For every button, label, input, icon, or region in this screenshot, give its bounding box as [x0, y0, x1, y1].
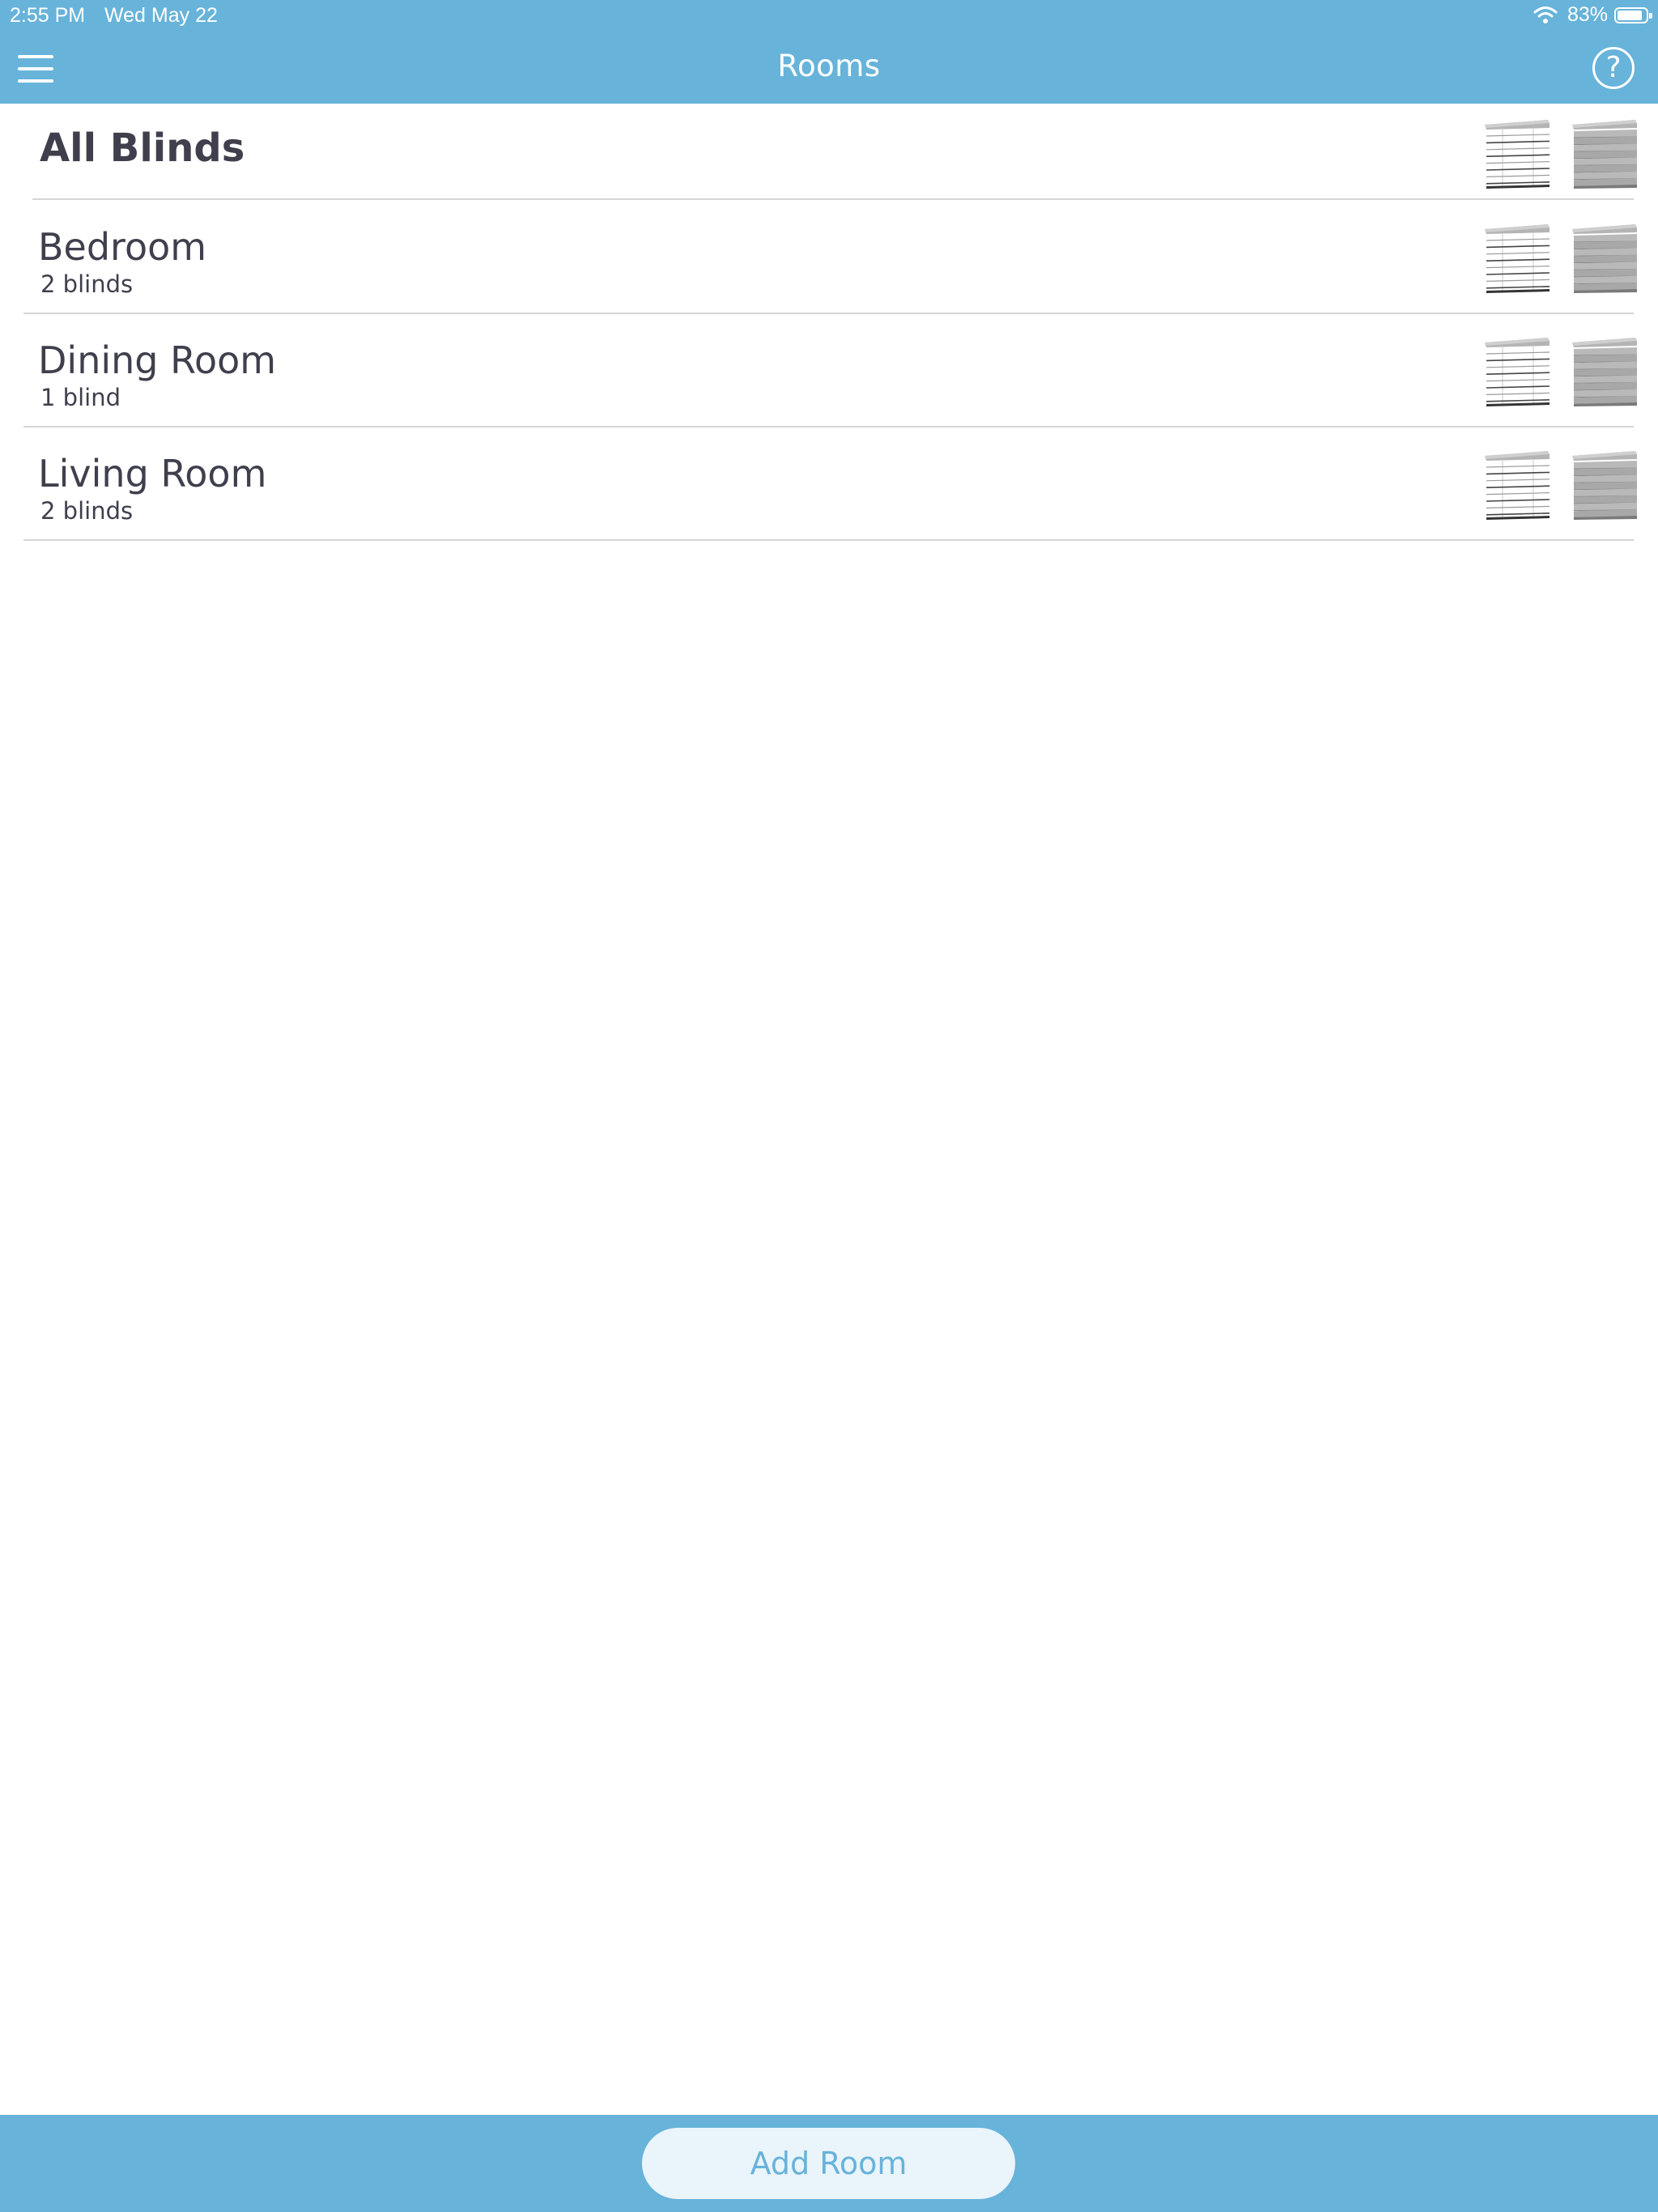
help-icon[interactable]: ?: [1592, 47, 1635, 89]
room-name: All Blinds: [40, 125, 245, 171]
blind-open-icon[interactable]: [1483, 336, 1551, 407]
room-blind-count: 1 blind: [40, 384, 121, 411]
battery-percent: 83%: [1567, 3, 1608, 26]
row-divider: [32, 198, 1634, 200]
bottom-bar: Add Room: [0, 2115, 1658, 2212]
room-blind-count: 2 blinds: [40, 497, 134, 525]
room-name: Living Room: [38, 452, 267, 496]
page-title: Rooms: [777, 49, 881, 83]
row-divider: [23, 539, 1634, 541]
blind-closed-icon[interactable]: [1571, 223, 1639, 294]
blind-open-icon[interactable]: [1483, 449, 1551, 521]
battery-icon: [1614, 6, 1652, 23]
blind-closed-icon[interactable]: [1571, 449, 1639, 521]
status-bar: 2:55 PM Wed May 22 83%: [0, 0, 1658, 32]
add-room-button[interactable]: Add Room: [642, 2128, 1015, 2199]
blind-open-icon[interactable]: [1483, 223, 1551, 294]
room-row-bedroom[interactable]: Bedroom 2 blinds: [0, 201, 1658, 314]
nav-bar: Rooms ?: [0, 32, 1658, 104]
status-time: 2:55 PM: [10, 4, 86, 27]
blind-open-icon[interactable]: [1483, 118, 1551, 189]
room-row-living-room[interactable]: Living Room 2 blinds: [0, 428, 1658, 541]
blind-closed-icon[interactable]: [1571, 336, 1639, 407]
room-blind-count: 2 blinds: [40, 270, 134, 298]
room-row-all-blinds[interactable]: All Blinds: [0, 104, 1658, 201]
blind-closed-icon[interactable]: [1571, 118, 1639, 189]
status-date: Wed May 22: [104, 4, 218, 27]
wifi-icon: [1533, 6, 1558, 23]
room-name: Bedroom: [38, 225, 207, 269]
room-name: Dining Room: [38, 338, 277, 382]
room-row-dining-room[interactable]: Dining Room 1 blind: [0, 314, 1658, 428]
status-right: 83%: [1533, 3, 1652, 27]
